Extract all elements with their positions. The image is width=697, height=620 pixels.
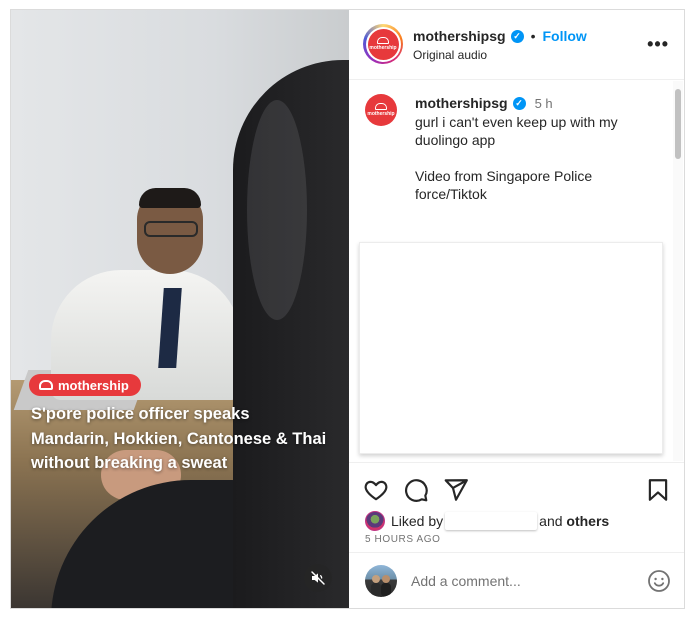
speaker-muted-icon bbox=[311, 571, 325, 585]
header-username[interactable]: mothershipsg bbox=[413, 28, 506, 44]
post-caption: gurl i can't even keep up with my duolin… bbox=[415, 113, 655, 203]
mothership-brand-pill: mothership bbox=[29, 374, 141, 396]
add-comment-bar bbox=[349, 552, 684, 608]
video-officer-hair bbox=[139, 188, 201, 208]
emoji-icon[interactable] bbox=[647, 569, 671, 593]
add-comment-input[interactable] bbox=[411, 571, 631, 591]
share-icon[interactable] bbox=[443, 477, 469, 503]
header-name-row: mothershipsg ✓ • Follow bbox=[413, 28, 587, 44]
post-time-ago[interactable]: 5 h bbox=[535, 96, 553, 111]
original-audio-link[interactable]: Original audio bbox=[413, 48, 487, 62]
more-options-icon[interactable]: ••• bbox=[647, 34, 669, 55]
mothership-logo-icon bbox=[377, 37, 389, 44]
post-timestamp[interactable]: 5 HOURS AGO bbox=[365, 534, 441, 545]
comments-scrollbar-thumb[interactable] bbox=[675, 89, 681, 159]
video-officer-glasses bbox=[144, 221, 198, 237]
post-credit-line: Video from Singapore Police force/Tiktok bbox=[415, 168, 593, 202]
verified-badge-icon: ✓ bbox=[510, 29, 524, 43]
post-side-panel: mothership mothershipsg ✓ • Follow Origi… bbox=[349, 10, 684, 608]
mothership-logo-icon bbox=[375, 103, 387, 110]
post-author-avatar[interactable]: mothership bbox=[365, 94, 397, 126]
liker-avatar[interactable] bbox=[365, 511, 385, 531]
blank-embed-card bbox=[359, 242, 663, 454]
post-header: mothership mothershipsg ✓ • Follow Origi… bbox=[349, 10, 684, 80]
liked-by-and: and bbox=[539, 513, 563, 529]
account-avatar-story-ring[interactable]: mothership bbox=[363, 24, 403, 64]
comment-icon[interactable] bbox=[403, 477, 429, 503]
liked-by-others-link[interactable]: others bbox=[566, 513, 609, 529]
avatar-people-icon bbox=[371, 575, 391, 597]
liker-name-redacted[interactable] bbox=[445, 512, 538, 530]
avatar-text: mothership bbox=[369, 45, 397, 51]
bookmark-icon[interactable] bbox=[645, 477, 671, 503]
liked-by-prefix: Liked by bbox=[391, 513, 444, 529]
instagram-embed: mothership S'pore police officer speaks … bbox=[10, 9, 685, 609]
video-hair-highlight bbox=[247, 100, 307, 320]
post-actions: Liked by and others 5 HOURS AGO bbox=[349, 462, 684, 552]
current-user-avatar bbox=[365, 565, 397, 597]
post-author-username[interactable]: mothershipsg bbox=[415, 95, 508, 111]
brand-pill-label: mothership bbox=[58, 377, 129, 393]
video-caption: S'pore police officer speaks Mandarin, H… bbox=[31, 405, 327, 472]
follow-button[interactable]: Follow bbox=[542, 28, 586, 44]
comments-section[interactable]: mothership mothershipsg ✓ 5 h gurl i can… bbox=[349, 81, 684, 461]
mothership-logo-icon bbox=[39, 380, 53, 390]
liked-by-row: Liked by and others bbox=[365, 511, 609, 531]
post-caption-line: gurl i can't even keep up with my duolin… bbox=[415, 114, 618, 148]
mothership-avatar: mothership bbox=[367, 28, 399, 60]
heart-icon[interactable] bbox=[363, 477, 389, 503]
header-separator: • bbox=[530, 28, 536, 44]
post-author-row: mothershipsg ✓ 5 h bbox=[415, 95, 553, 111]
verified-badge-icon: ✓ bbox=[512, 96, 526, 110]
reel-video[interactable]: mothership S'pore police officer speaks … bbox=[11, 10, 349, 608]
mute-button[interactable] bbox=[304, 564, 332, 592]
post-avatar-text: mothership bbox=[367, 111, 395, 117]
